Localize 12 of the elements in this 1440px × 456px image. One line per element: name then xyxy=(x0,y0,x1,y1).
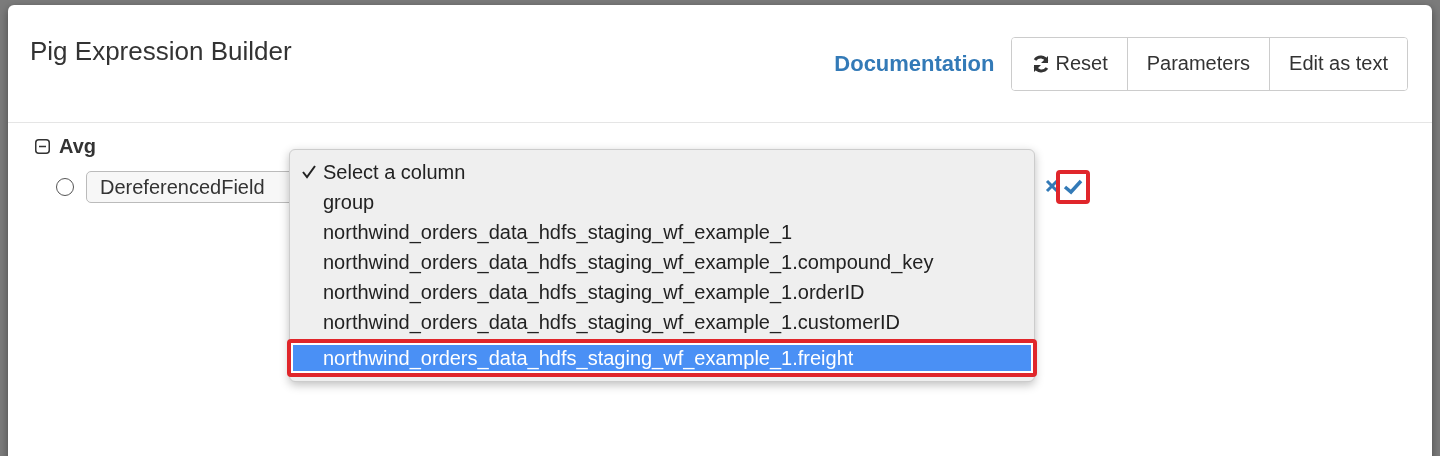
documentation-link[interactable]: Documentation xyxy=(834,50,995,77)
confirm-button[interactable] xyxy=(1056,170,1090,204)
toolbar-button[interactable]: Edit as text xyxy=(1269,37,1407,90)
menu-option[interactable]: northwind_orders_data_hdfs_staging_wf_example_1.customerID xyxy=(290,307,1034,337)
collapse-icon[interactable] xyxy=(35,138,50,154)
menu-option[interactable]: northwind_orders_data_hdfs_staging_wf_example_1.orderID xyxy=(290,277,1034,307)
menu-option[interactable]: northwind_orders_data_hdfs_staging_wf_example_1.compound_key xyxy=(290,247,1034,277)
dialog-title: Pig Expression Builder xyxy=(30,36,293,67)
check-icon xyxy=(1063,179,1083,195)
menu-option[interactable]: northwind_orders_data_hdfs_staging_wf_example_1 xyxy=(290,217,1034,247)
node-label: Avg xyxy=(59,134,97,158)
remove-icon[interactable] xyxy=(1045,179,1059,193)
